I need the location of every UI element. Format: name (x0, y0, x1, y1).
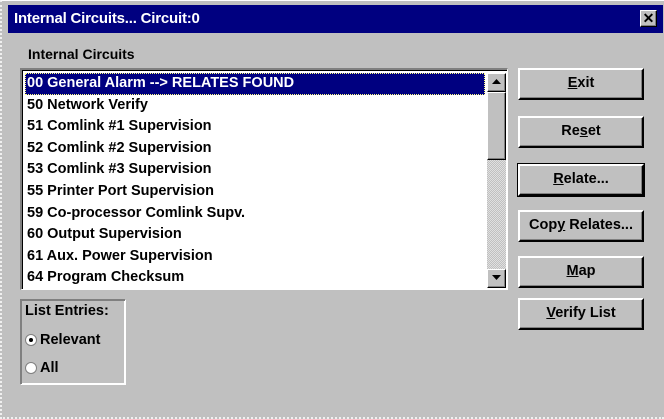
radio-all[interactable]: All (25, 358, 59, 378)
circuit-list: 00 General Alarm --> RELATES FOUND 50 Net… (25, 73, 485, 289)
list-item[interactable]: 00 General Alarm --> RELATES FOUND (25, 73, 485, 95)
list-item[interactable]: 52 Comlink #2 Supervision (25, 138, 485, 160)
reset-button[interactable]: Reset (518, 116, 644, 148)
scroll-down-arrow-icon (492, 275, 501, 280)
list-item[interactable]: 61 Aux. Power Supervision (25, 246, 485, 268)
exit-button[interactable]: Exit (518, 68, 644, 100)
map-accelerator: M (566, 263, 579, 279)
relate-accelerator: R (553, 171, 564, 187)
scrollbar-thumb[interactable] (487, 92, 506, 160)
radio-relevant[interactable]: Relevant (25, 330, 100, 350)
list-item[interactable]: 59 Co-processor Comlink Supv. (25, 203, 485, 225)
window-title: Internal Circuits... Circuit:0 (14, 10, 200, 27)
scroll-up-button[interactable] (487, 73, 506, 92)
list-item[interactable]: 55 Printer Port Supervision (25, 181, 485, 203)
copy-relates-button[interactable]: Copy Relates... (518, 210, 644, 242)
radio-unselected-icon[interactable] (25, 362, 37, 374)
internal-circuits-dialog: Internal Circuits... Circuit:0 ✕ Interna… (0, 0, 664, 419)
internal-circuits-label: Internal Circuits (28, 46, 135, 62)
map-button[interactable]: Map (518, 256, 644, 288)
list-item[interactable]: 51 Comlink #1 Supervision (25, 116, 485, 138)
title-bar[interactable]: Internal Circuits... Circuit:0 ✕ (8, 5, 663, 33)
list-item[interactable]: 50 Network Verify (25, 95, 485, 117)
relate-button[interactable]: Relate... (517, 163, 645, 197)
reset-accelerator: s (579, 123, 588, 139)
verify-list-accelerator: V (546, 305, 556, 321)
scroll-up-arrow-icon (492, 79, 501, 84)
list-entries-label: List Entries: (25, 303, 109, 319)
radio-all-label: All (40, 360, 59, 376)
list-item[interactable]: 53 Comlink #3 Supervision (25, 159, 485, 181)
radio-relevant-label: Relevant (40, 332, 101, 348)
vertical-scrollbar[interactable] (487, 73, 506, 288)
circuit-listbox[interactable]: 00 General Alarm --> RELATES FOUND 50 Net… (20, 68, 508, 290)
list-entries-group: List Entries: Relevant All (20, 299, 126, 385)
radio-selected-icon[interactable] (25, 334, 37, 346)
list-item[interactable]: 60 Output Supervision (25, 224, 485, 246)
verify-list-button[interactable]: Verify List (518, 298, 644, 330)
close-icon: ✕ (642, 10, 655, 26)
exit-accelerator: E (567, 75, 578, 91)
close-button[interactable]: ✕ (640, 10, 657, 27)
list-item[interactable]: 64 Program Checksum (25, 267, 485, 289)
scroll-down-button[interactable] (487, 269, 506, 288)
